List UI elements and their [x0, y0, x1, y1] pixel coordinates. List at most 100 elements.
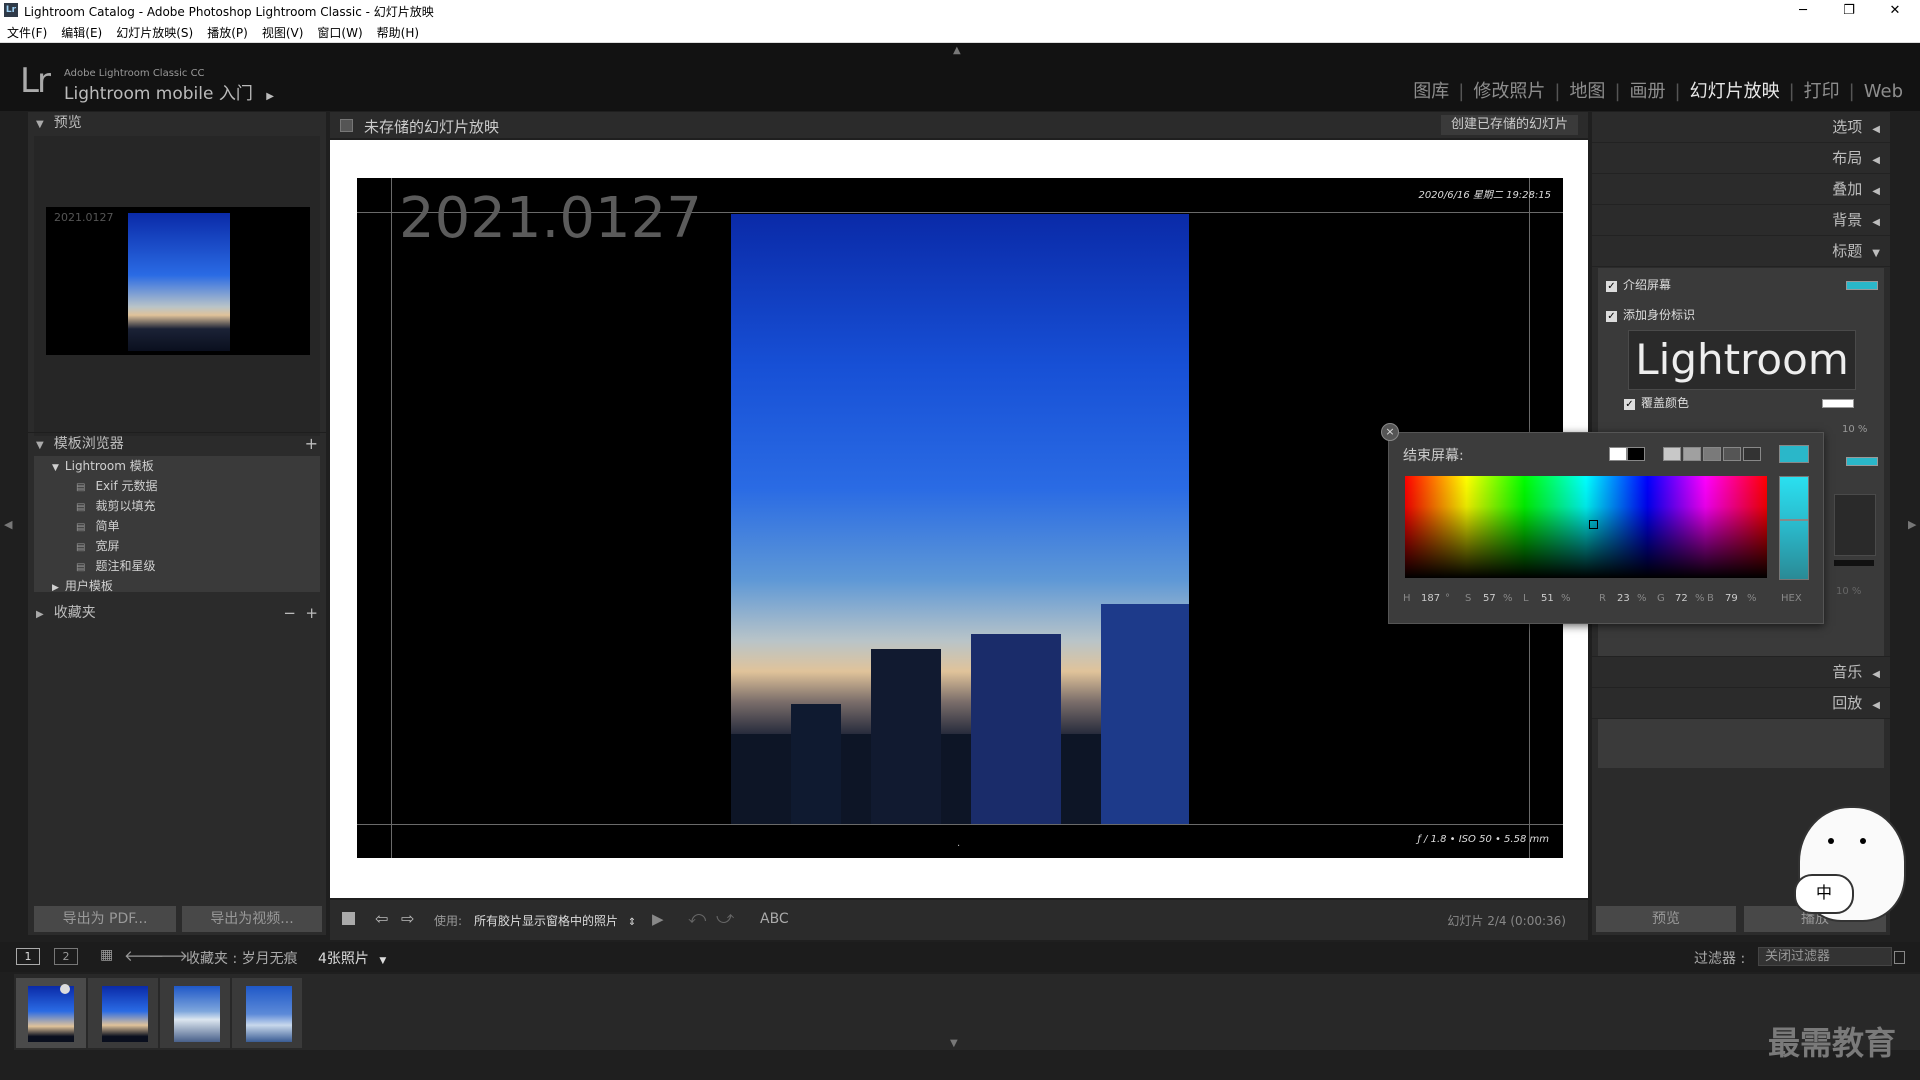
section-options[interactable]: 选项 ◀: [1592, 112, 1890, 143]
section-music[interactable]: 音乐 ◀: [1592, 656, 1890, 688]
mobile-getting-started[interactable]: Lightroom mobile 入门 ▶: [64, 79, 274, 104]
menu-file[interactable]: 文件(F): [0, 21, 54, 41]
template-item[interactable]: ▤ 裁剪以填充: [34, 496, 320, 516]
menu-view[interactable]: 视图(V): [255, 21, 311, 41]
previous-slide-icon[interactable]: ⇦: [375, 909, 388, 928]
module-book[interactable]: 画册: [1621, 81, 1675, 102]
template-item[interactable]: ▤ Exif 元数据: [34, 476, 320, 496]
filmstrip-thumbnail[interactable]: [160, 978, 230, 1048]
color-spectrum[interactable]: [1405, 476, 1767, 578]
module-library[interactable]: 图库: [1404, 81, 1458, 102]
filmstrip-thumbnail[interactable]: [16, 978, 86, 1048]
template-item[interactable]: ▤ 题注和星级: [34, 556, 320, 576]
section-layout[interactable]: 布局 ◀: [1592, 143, 1890, 174]
brightness-slider[interactable]: [1779, 476, 1809, 580]
add-identity-checkbox[interactable]: ✓ 添加身份标识: [1606, 306, 1695, 323]
source-label[interactable]: 收藏夹 : 岁月无痕: [186, 948, 298, 968]
filter-lock-icon[interactable]: [1894, 951, 1905, 964]
remove-collection-icon[interactable]: −: [283, 602, 296, 624]
ending-color-swatch[interactable]: [1846, 457, 1878, 466]
preview-button[interactable]: 预览: [1596, 906, 1736, 932]
hue-value[interactable]: 187: [1421, 593, 1440, 604]
module-develop[interactable]: 修改照片: [1464, 81, 1554, 102]
intro-color-swatch[interactable]: [1846, 281, 1878, 290]
layout-guide[interactable]: [357, 824, 1563, 825]
main-window-button[interactable]: 1: [16, 948, 40, 965]
play-icon[interactable]: ▶: [652, 910, 664, 928]
preview-header[interactable]: ▼ 预览: [28, 112, 326, 134]
secondary-window-button[interactable]: 2: [54, 948, 78, 965]
override-color-checkbox[interactable]: ✓ 覆盖颜色: [1624, 394, 1689, 411]
right-panel-toggle-icon[interactable]: ▶: [1908, 518, 1916, 531]
forward-arrow-icon[interactable]: 🡒: [148, 946, 188, 965]
preset-gray-swatch[interactable]: [1663, 447, 1681, 461]
module-print[interactable]: 打印: [1795, 81, 1849, 102]
stop-icon[interactable]: [342, 912, 355, 925]
intro-screen-checkbox[interactable]: ✓ 介绍屏幕: [1606, 276, 1671, 293]
module-web[interactable]: Web: [1855, 81, 1912, 102]
preset-gray-swatch[interactable]: [1723, 447, 1741, 461]
saturation-value[interactable]: 57: [1483, 593, 1496, 604]
grid-view-icon[interactable]: ▦: [100, 947, 113, 963]
exif-overlay[interactable]: ƒ / 1.8 • ISO 50 • 5.58 mm: [1417, 834, 1549, 845]
section-playback[interactable]: 回放 ◀: [1592, 688, 1890, 719]
photo-count[interactable]: 4张照片 ▼: [318, 948, 386, 968]
hex-toggle[interactable]: HEX: [1781, 593, 1802, 604]
menu-window[interactable]: 窗口(W): [310, 21, 369, 41]
filter-select[interactable]: 关闭过滤器: [1758, 947, 1892, 966]
top-panel-toggle-icon[interactable]: ▲: [953, 45, 961, 56]
add-text-abc-button[interactable]: ABC: [760, 911, 789, 927]
lightness-value[interactable]: 51: [1541, 593, 1554, 604]
spectrum-cursor[interactable]: [1589, 520, 1598, 529]
rotate-left-icon[interactable]: ⤺: [688, 908, 706, 928]
lightroom-templates-folder[interactable]: ▼ Lightroom 模板: [34, 456, 320, 476]
module-slideshow[interactable]: 幻灯片放映: [1681, 81, 1789, 102]
green-value[interactable]: 72: [1675, 593, 1688, 604]
add-template-icon[interactable]: +: [305, 433, 318, 455]
rotate-right-icon[interactable]: ⤻: [716, 908, 734, 928]
layout-guide[interactable]: [391, 178, 392, 858]
collections-header[interactable]: ▶ 收藏夹 − +: [28, 602, 326, 624]
preset-gray-swatch[interactable]: [1743, 447, 1761, 461]
export-pdf-button[interactable]: 导出为 PDF...: [34, 906, 176, 932]
minimize-button[interactable]: ─: [1780, 0, 1826, 21]
close-button[interactable]: ✕: [1872, 0, 1918, 21]
section-titles[interactable]: 标题 ▼: [1592, 236, 1890, 267]
create-saved-slideshow-button[interactable]: 创建已存储的幻灯片: [1440, 115, 1578, 135]
identity-plate[interactable]: Lightroom: [1628, 330, 1856, 390]
left-panel-toggle-icon[interactable]: ◀: [4, 518, 12, 531]
add-collection-icon[interactable]: +: [305, 602, 318, 624]
section-backdrop[interactable]: 背景 ◀: [1592, 205, 1890, 236]
brightness-slider-handle[interactable]: [1780, 519, 1808, 521]
template-item[interactable]: ▤ 简单: [34, 516, 320, 536]
slide-photo[interactable]: [731, 214, 1189, 824]
next-slide-icon[interactable]: ⇨: [401, 909, 414, 928]
ending-color-bar[interactable]: [1834, 560, 1874, 566]
filmstrip-thumbnail[interactable]: [88, 978, 158, 1048]
menu-play[interactable]: 播放(P): [200, 21, 255, 41]
filmstrip-thumbnail[interactable]: [232, 978, 302, 1048]
menu-help[interactable]: 帮助(H): [370, 21, 426, 41]
preset-gray-swatch[interactable]: [1703, 447, 1721, 461]
bottom-panel-toggle-icon[interactable]: ▼: [950, 1038, 958, 1049]
scale-value[interactable]: 10 %: [1836, 586, 1861, 597]
override-color-swatch[interactable]: [1822, 399, 1854, 408]
slide-canvas[interactable]: 2021.0127 2020/6/16 星期二 19:28:15 . ƒ / 1…: [357, 178, 1563, 858]
date-overlay[interactable]: 2020/6/16 星期二 19:28:15: [1418, 186, 1551, 201]
close-picker-icon[interactable]: ×: [1381, 423, 1399, 441]
ending-identity-plate[interactable]: [1834, 494, 1876, 556]
menu-slideshow[interactable]: 幻灯片放映(S): [109, 21, 200, 41]
user-templates-folder[interactable]: ▶ 用户模板: [34, 576, 320, 596]
color-picker-popup[interactable]: × 结束屏幕: H 187 ° S 57 % L 51 % R 23 % G 7…: [1381, 423, 1824, 624]
preset-gray-swatch[interactable]: [1683, 447, 1701, 461]
use-source-select[interactable]: 所有胶片显示窗格中的照片 ⇕: [474, 912, 636, 929]
menu-edit[interactable]: 编辑(E): [54, 21, 109, 41]
export-video-button[interactable]: 导出为视频...: [182, 906, 322, 932]
overlay-text[interactable]: 2021.0127: [399, 186, 702, 251]
blue-value[interactable]: 79: [1725, 593, 1738, 604]
opacity-value[interactable]: 10 %: [1842, 424, 1867, 435]
template-item[interactable]: ▤ 宽屏: [34, 536, 320, 556]
preset-white-swatch[interactable]: [1609, 447, 1627, 461]
red-value[interactable]: 23: [1617, 593, 1630, 604]
section-overlays[interactable]: 叠加 ◀: [1592, 174, 1890, 205]
